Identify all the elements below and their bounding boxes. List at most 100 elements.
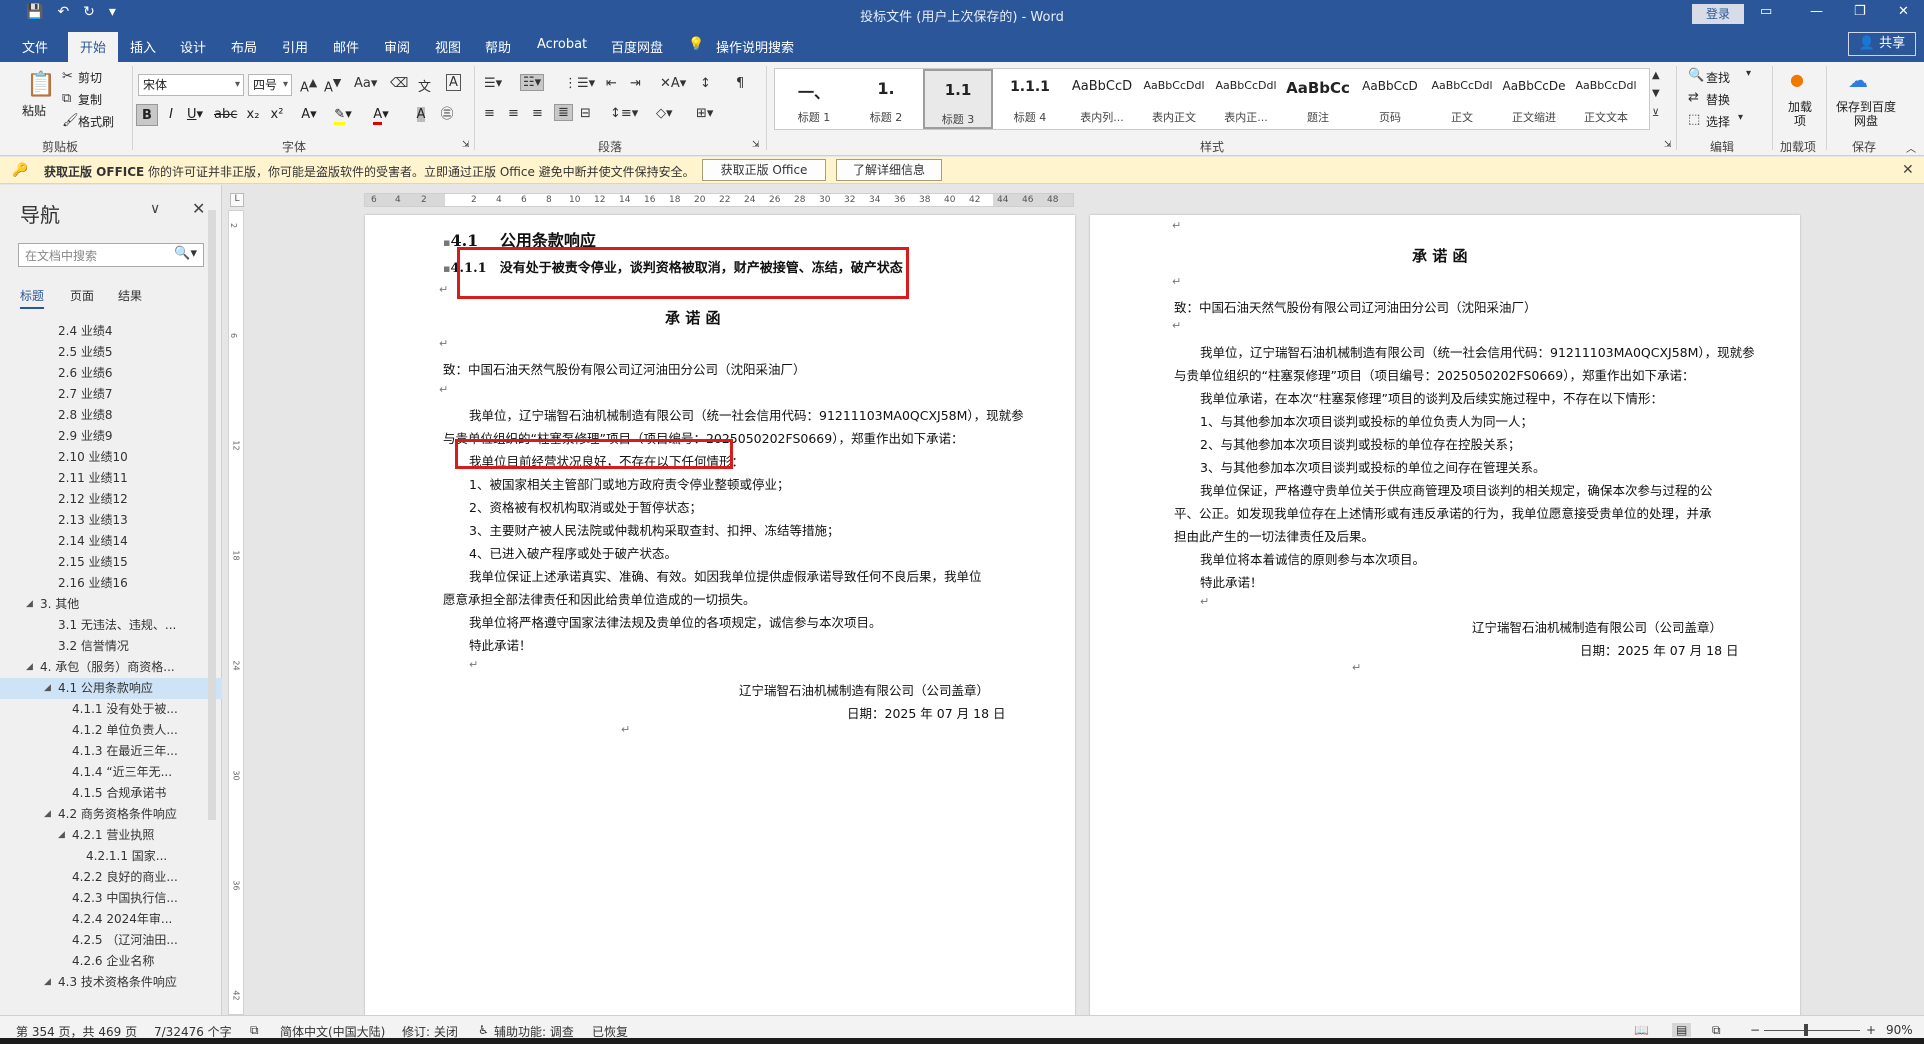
style-page-number[interactable]: AaBbCcD 页码 — [1355, 69, 1425, 129]
nav-search-input[interactable]: 在文档中搜索 🔍▾ — [18, 243, 204, 267]
document-area[interactable]: ▪4.1 公用条款响应 ▪4.1.1 没有处于被责令停业，谈判资格被取消，财产被… — [250, 210, 1924, 1015]
nav-heading-item[interactable]: ◢ 4.2.1 营业执照 — [0, 825, 222, 846]
tab-view[interactable]: 视图 — [435, 37, 461, 56]
nav-heading-item[interactable]: 2.8 业绩8 — [0, 405, 222, 426]
format-painter-icon[interactable]: 🖌 — [62, 113, 79, 128]
text-effects-icon[interactable]: A▾ — [298, 104, 320, 126]
nav-heading-item[interactable]: 2.11 业绩11 — [0, 468, 222, 489]
restore-icon[interactable]: ❐ — [1854, 4, 1866, 19]
grow-font-icon[interactable]: A▲ — [300, 76, 317, 95]
document-page-1[interactable]: ▪4.1 公用条款响应 ▪4.1.1 没有处于被责令停业，谈判资格被取消，财产被… — [365, 215, 1075, 1015]
nav-heading-item[interactable]: 4.2.4 2024年审... — [0, 909, 222, 930]
print-layout-icon[interactable]: ▤ — [1672, 1023, 1692, 1037]
login-button[interactable]: 登录 — [1692, 4, 1744, 24]
addins-icon[interactable]: ● — [1790, 70, 1804, 89]
bullets-icon[interactable]: ☰▾ — [484, 76, 502, 91]
character-border-icon[interactable]: A — [446, 74, 461, 91]
tab-baidu-netdisk[interactable]: 百度网盘 — [611, 37, 663, 56]
style-body-text[interactable]: AaBbCcDdl 正文文本 — [1571, 69, 1641, 129]
shrink-font-icon[interactable]: A▼ — [324, 76, 341, 95]
change-case-icon[interactable]: Aa▾ — [354, 76, 377, 91]
zoom-slider-thumb[interactable] — [1804, 1024, 1808, 1036]
align-right-icon[interactable]: ≡ — [532, 106, 543, 121]
find-dropdown-icon[interactable]: ▾ — [1746, 68, 1751, 79]
highlight-color-icon[interactable]: ✎▾ — [332, 104, 354, 126]
nav-heading-item[interactable]: 4.2.5 （辽河油田... — [0, 930, 222, 951]
tab-acrobat[interactable]: Acrobat — [537, 37, 587, 52]
strikethrough-button[interactable]: abc — [214, 104, 237, 126]
style-normal-indent[interactable]: AaBbCcDe 正文缩进 — [1499, 69, 1569, 129]
nav-heading-item[interactable]: ◢ 4.2 商务资格条件响应 — [0, 804, 222, 825]
styles-dialog-launcher-icon[interactable]: ⇲ — [1664, 140, 1672, 150]
nav-close-icon[interactable]: ✕ — [192, 199, 205, 218]
superscript-button[interactable]: x² — [266, 104, 288, 126]
save-to-baidu-button[interactable]: 保存到百度网盘 — [1836, 100, 1896, 128]
shading-icon[interactable]: ◇▾ — [656, 106, 673, 121]
baidu-cloud-icon[interactable]: ☁ — [1848, 68, 1868, 92]
close-info-bar-icon[interactable]: ✕ — [1902, 162, 1914, 178]
nav-heading-item[interactable]: 4.1.3 在最近三年... — [0, 741, 222, 762]
nav-heading-item[interactable]: 4.2.1.1 国家... — [0, 846, 222, 867]
style-caption[interactable]: AaBbCc 题注 — [1283, 69, 1353, 129]
nav-options-icon[interactable]: ∨ — [150, 201, 160, 217]
style-table-body[interactable]: AaBbCcDdl 表内正文 — [1139, 69, 1209, 129]
style-normal[interactable]: AaBbCcDdl 正文 — [1427, 69, 1497, 129]
align-left-icon[interactable]: ≡ — [484, 106, 495, 121]
styles-scroll-down-icon[interactable]: ▼ — [1652, 88, 1660, 99]
subscript-button[interactable]: x₂ — [242, 104, 264, 126]
nav-heading-item[interactable]: 4.2.2 良好的商业... — [0, 867, 222, 888]
nav-heading-item[interactable]: ◢ 3. 其他 — [0, 594, 222, 615]
search-icon[interactable]: 🔍▾ — [174, 246, 197, 261]
horizontal-ruler[interactable]: 6 4 2 2 4 6 8 10 12 14 16 18 20 22 24 26… — [364, 193, 1074, 207]
find-button[interactable]: 查找 — [1706, 69, 1730, 86]
nav-heading-item[interactable]: 2.16 业绩16 — [0, 573, 222, 594]
nav-heading-item[interactable]: 4.1.2 单位负责人... — [0, 720, 222, 741]
chinese-layout-icon[interactable]: ✕A▾ — [660, 76, 686, 91]
select-icon[interactable]: ⬚ — [1688, 112, 1700, 127]
format-painter-button[interactable]: 格式刷 — [78, 113, 114, 130]
select-button[interactable]: 选择 — [1706, 113, 1730, 130]
increase-indent-icon[interactable]: ⇥ — [630, 76, 641, 91]
find-icon[interactable]: 🔍 — [1688, 68, 1704, 83]
tab-insert[interactable]: 插入 — [130, 37, 156, 56]
nav-heading-item[interactable]: 2.9 业绩9 — [0, 426, 222, 447]
collapse-caret-icon[interactable]: ◢ — [44, 678, 51, 699]
tab-mailings[interactable]: 邮件 — [333, 37, 359, 56]
close-icon[interactable]: ✕ — [1898, 4, 1909, 19]
zoom-in-icon[interactable]: + — [1866, 1023, 1876, 1037]
nav-heading-item[interactable]: 2.10 业绩10 — [0, 447, 222, 468]
distributed-icon[interactable]: ⊟ — [580, 106, 591, 121]
underline-button[interactable]: U▾ — [184, 104, 206, 126]
tab-help[interactable]: 帮助 — [485, 37, 511, 56]
nav-heading-item[interactable]: ◢ 4.3 技术资格条件响应 — [0, 972, 222, 993]
phonetic-guide-icon[interactable]: 文 — [418, 76, 431, 95]
styles-scroll-up-icon[interactable]: ▲ — [1652, 70, 1660, 81]
nav-heading-item[interactable]: 3.2 信誉情况 — [0, 636, 222, 657]
read-mode-icon[interactable]: 📖 — [1634, 1023, 1649, 1037]
show-marks-icon[interactable]: ¶ — [736, 76, 744, 91]
zoom-out-icon[interactable]: − — [1750, 1023, 1760, 1037]
ribbon-display-icon[interactable]: ▭ — [1760, 4, 1772, 19]
nav-tab-results[interactable]: 结果 — [118, 287, 142, 304]
tab-design[interactable]: 设计 — [180, 37, 206, 56]
tab-file[interactable]: 文件 — [22, 37, 48, 56]
line-spacing-icon[interactable]: ↕≡▾ — [610, 106, 638, 121]
collapse-caret-icon[interactable]: ◢ — [26, 657, 33, 678]
zoom-level[interactable]: 90% — [1886, 1023, 1913, 1037]
paragraph-dialog-launcher-icon[interactable]: ⇲ — [752, 140, 760, 150]
web-layout-icon[interactable]: ⧉ — [1712, 1023, 1721, 1038]
learn-more-button[interactable]: 了解详细信息 — [836, 159, 942, 181]
paste-button[interactable]: 粘贴 — [22, 102, 46, 119]
nav-heading-item[interactable]: 3.1 无违法、违规、... — [0, 615, 222, 636]
align-center-icon[interactable]: ≡ — [508, 106, 519, 121]
collapse-caret-icon[interactable]: ◢ — [58, 825, 65, 846]
style-heading-4[interactable]: 1.1.1 标题 4 — [995, 69, 1065, 129]
font-name-combo[interactable]: 宋体 — [138, 74, 244, 96]
nav-heading-item[interactable]: 4.2.6 企业名称 — [0, 951, 222, 972]
borders-icon[interactable]: ⊞▾ — [696, 106, 713, 121]
tab-references[interactable]: 引用 — [282, 37, 308, 56]
replace-icon[interactable]: ⇄ — [1688, 90, 1699, 105]
nav-heading-item[interactable]: 4.1.4 “近三年无... — [0, 762, 222, 783]
tab-selector[interactable]: L — [230, 193, 244, 207]
paste-icon[interactable]: 📋 — [26, 70, 56, 98]
